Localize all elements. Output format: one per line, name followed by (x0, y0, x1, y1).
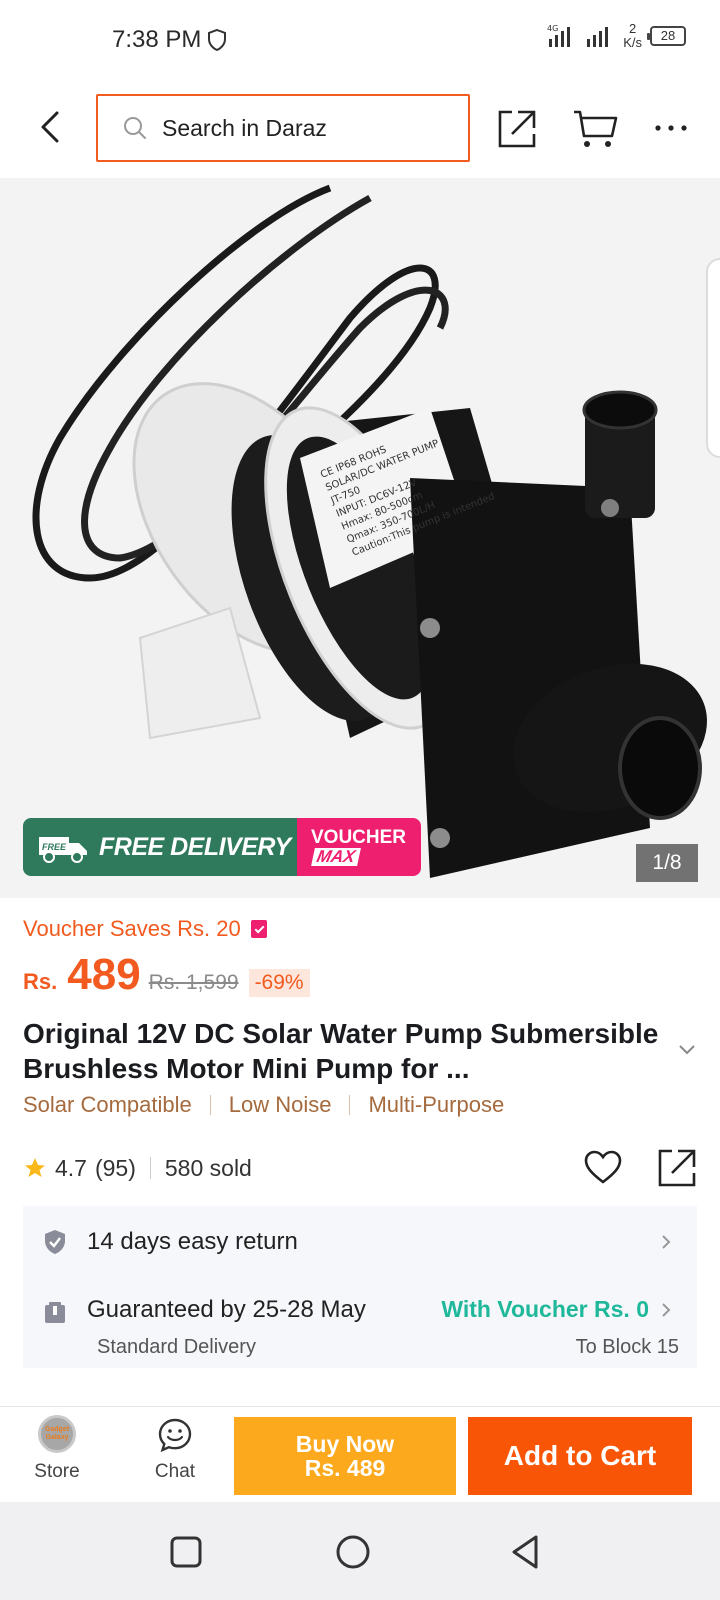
service-panel: 14 days easy return Guaranteed by 25-28 … (23, 1206, 697, 1368)
voucher-savings[interactable]: Voucher Saves Rs. 20 (23, 916, 267, 942)
buy-now-button[interactable]: Buy Now Rs. 489 (234, 1417, 456, 1495)
tag-multi-purpose: Multi-Purpose (368, 1092, 505, 1117)
recent-apps-icon[interactable] (166, 1532, 206, 1572)
share-icon[interactable] (496, 108, 538, 150)
product-title[interactable]: Original 12V DC Solar Water Pump Submers… (23, 1016, 663, 1086)
network-speed: 2 K/s (623, 21, 642, 50)
store-label: Store (34, 1461, 80, 1482)
free-delivery-badge: FREE FREE DELIVERY (23, 818, 297, 876)
shield-icon (208, 28, 226, 52)
chevron-left-icon (41, 111, 59, 143)
price-current: 489 (67, 950, 141, 999)
chat-label: Chat (154, 1461, 196, 1482)
voucher-max-badge: VOUCHER MAX (297, 818, 421, 876)
package-icon (45, 1302, 65, 1323)
discount-badge: -69% (248, 969, 310, 997)
search-placeholder: Search in Daraz (162, 114, 327, 141)
status-bar: 7:38 PM 4G 2 K/s 28 (0, 0, 720, 78)
price-original: Rs. 1,599 (148, 971, 239, 994)
rating-value[interactable]: 4.7 (55, 1155, 87, 1182)
bottom-action-bar: Gadget Galaxy Store Chat Buy Now Rs. 489… (0, 1406, 720, 1502)
delivery-row[interactable]: Guaranteed by 25-28 May With Voucher Rs.… (23, 1278, 697, 1368)
home-icon[interactable] (333, 1532, 373, 1572)
system-nav-bar (0, 1502, 720, 1600)
delivery-truck-icon: FREE (39, 837, 87, 863)
free-delivery-label: FREE DELIVERY (99, 832, 291, 861)
product-tags: Solar Compatible Low Noise Multi-Purpose (23, 1092, 504, 1118)
voucher-icon (250, 920, 267, 938)
top-header: Search in Daraz (0, 78, 720, 178)
search-input[interactable]: Search in Daraz (96, 94, 470, 162)
search-icon (124, 117, 146, 139)
chat-icon (158, 1418, 192, 1453)
return-policy-text: 14 days easy return (87, 1228, 298, 1255)
battery-icon: 28 (647, 26, 686, 46)
shield-check-icon (45, 1230, 65, 1254)
signal-icon (587, 27, 609, 47)
delivery-guarantee: Guaranteed by 25-28 May (87, 1296, 366, 1323)
side-drawer-handle[interactable] (706, 258, 720, 458)
back-button[interactable] (30, 102, 70, 152)
signal-4g-icon: 4G (547, 24, 571, 47)
status-time: 7:38 PM (112, 26, 202, 53)
back-nav-icon[interactable] (506, 1532, 546, 1572)
price-row: Rs. 489 Rs. 1,599 -69% (23, 950, 310, 1000)
product-image-gallery[interactable]: CE IP68 ROHS SOLAR/DC WATER PUMP JT-750 INP… (0, 178, 720, 898)
share-icon[interactable] (657, 1148, 697, 1188)
rating-row: 4.7 (95) 580 sold (23, 1148, 697, 1188)
svg-text:4G: 4G (547, 24, 558, 33)
delivery-destination: To Block 15 (575, 1336, 679, 1358)
sold-count: 580 sold (164, 1154, 252, 1181)
heart-icon[interactable] (583, 1148, 623, 1188)
cart-icon[interactable] (572, 108, 618, 150)
tag-solar-compatible: Solar Compatible (23, 1092, 192, 1117)
delivery-type: Standard Delivery (97, 1336, 256, 1358)
chevron-down-icon[interactable] (678, 1044, 696, 1056)
store-button[interactable]: Gadget Galaxy Store (22, 1415, 92, 1497)
product-image: CE IP68 ROHSSOLAR/DC WATER PUMPJT-750INP… (32, 184, 707, 878)
svg-text:FREE: FREE (42, 842, 67, 852)
more-options-icon[interactable] (654, 118, 688, 138)
promo-banner: FREE FREE DELIVERY VOUCHER MAX (23, 818, 421, 876)
review-count[interactable]: (95) (95, 1155, 136, 1182)
delivery-voucher: With Voucher Rs. 0 (441, 1296, 649, 1322)
image-counter: 1/8 (636, 844, 698, 882)
return-policy-row[interactable]: 14 days easy return (23, 1206, 697, 1278)
star-icon (25, 1158, 45, 1177)
add-to-cart-button[interactable]: Add to Cart (468, 1417, 692, 1495)
chevron-right-icon (662, 1235, 671, 1249)
tag-low-noise: Low Noise (228, 1092, 332, 1117)
status-indicators: 4G 2 K/s 28 (547, 22, 686, 50)
chevron-right-icon (662, 1303, 671, 1317)
chat-button[interactable]: Chat (140, 1415, 210, 1497)
store-logo: Gadget Galaxy (38, 1415, 76, 1453)
price-currency: Rs. (23, 969, 58, 994)
